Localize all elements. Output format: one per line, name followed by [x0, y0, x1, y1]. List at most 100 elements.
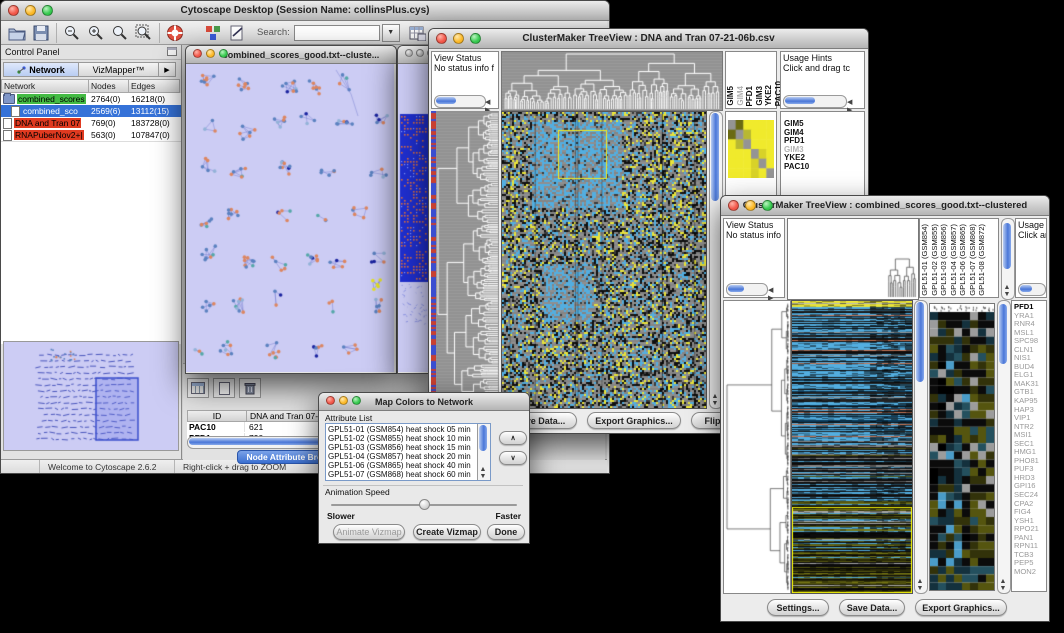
tv1-column-dendrogram[interactable] — [501, 51, 723, 111]
close-button[interactable] — [326, 396, 335, 405]
network-canvas[interactable] — [186, 64, 394, 372]
tv2-usage-hscrollbar[interactable] — [1018, 283, 1046, 296]
tv1-export-graphics-button[interactable]: Export Graphics... — [587, 412, 681, 429]
tv1-column-labels[interactable]: GIM5GIM4PFD1GIM3YKE2PAC10 — [725, 51, 777, 109]
close-button[interactable] — [436, 33, 447, 44]
row-label[interactable]: PAC10 — [784, 163, 864, 172]
tv1-zoom-matrix[interactable] — [728, 120, 774, 178]
tv2-settings-button[interactable]: Settings... — [767, 599, 829, 616]
scroll-arrows[interactable]: ▲▼ — [1002, 284, 1012, 298]
tv1-usage-hscrollbar[interactable] — [783, 95, 847, 108]
search-input[interactable] — [294, 25, 380, 41]
zoom-window-button[interactable] — [762, 200, 773, 211]
search-dropdown-icon[interactable]: ▼ — [382, 24, 400, 42]
treeview2-titlebar[interactable]: ClusterMaker TreeView : combined_scores_… — [721, 196, 1049, 216]
close-button[interactable] — [193, 49, 202, 58]
tv2-export-graphics-button[interactable]: Export Graphics... — [915, 599, 1007, 616]
attribute-item[interactable]: GPL51-04 (GSM857) heat shock 20 min — [328, 452, 488, 461]
network-overview-thumbnail[interactable] — [3, 341, 179, 451]
scroll-arrows[interactable]: ▲▼ — [710, 393, 720, 407]
tab-network[interactable]: Network — [3, 62, 79, 77]
zoom-window-button[interactable] — [470, 33, 481, 44]
zoom-window-button[interactable] — [42, 5, 53, 16]
attribute-item[interactable]: GPL51-07 (GSM868) heat shock 60 min — [328, 470, 488, 479]
tv2-row-dendrogram[interactable] — [723, 300, 791, 594]
delete-attribute-icon[interactable] — [239, 378, 261, 398]
gene-label[interactable]: MON2 — [1014, 568, 1046, 577]
column-label[interactable]: YKE2 — [765, 85, 774, 106]
tv2-save-data-button[interactable]: Save Data... — [839, 599, 905, 616]
attribute-item[interactable]: GPL51-01 (GSM854) heat shock 05 min — [328, 425, 488, 434]
zoom-fit-icon[interactable] — [108, 22, 132, 44]
attribute-listbox[interactable]: GPL51-01 (GSM854) heat shock 05 minGPL51… — [325, 423, 491, 481]
open-folder-icon[interactable] — [5, 22, 29, 44]
attribute-item[interactable]: GPL51-02 (GSM855) heat shock 10 min — [328, 434, 488, 443]
zoom-selected-icon[interactable] — [132, 22, 156, 44]
network-table-header[interactable]: Network Nodes Edges — [1, 79, 181, 93]
attribute-item[interactable]: GPL51-03 (GSM856) heat shock 15 min — [328, 443, 488, 452]
vizmap-icon[interactable] — [201, 22, 225, 44]
tv2-genelist-vscrollbar[interactable]: ▲▼ — [997, 300, 1011, 594]
network-list-row[interactable]: combined_scores 2764(0) 16218(0) — [1, 93, 181, 105]
move-down-button[interactable]: ∨ — [499, 451, 527, 465]
column-label[interactable]: GPL51-03 (GSM856) — [940, 224, 949, 296]
column-label[interactable]: GPL51-08 (GSM872) — [978, 224, 987, 296]
network-view-titlebar[interactable]: combined_scores_good.txt--cluste... — [186, 46, 396, 64]
tv2-heatmap[interactable] — [791, 300, 913, 594]
column-label[interactable]: GIM3 — [756, 86, 765, 106]
zoom-window-button[interactable] — [352, 396, 361, 405]
new-attribute-icon[interactable] — [213, 378, 235, 398]
close-button[interactable] — [728, 200, 739, 211]
minimize-button[interactable] — [339, 396, 348, 405]
minimize-button[interactable] — [745, 200, 756, 211]
close-button[interactable] — [405, 49, 413, 57]
tv2-column-labels[interactable]: GPL51-01 (GSM854)GPL51-02 (GSM855)GPL51-… — [919, 218, 999, 298]
tv1-row-dendrogram[interactable] — [436, 111, 499, 407]
network-list-row[interactable]: RNAPuberNov2+| 563(0) 107847(0) — [1, 129, 181, 141]
tv1-status-hscrollbar[interactable] — [434, 95, 486, 108]
column-label[interactable]: GPL51-01 (GSM854) — [921, 224, 930, 296]
column-label[interactable]: GPL51-06 (GSM865) — [959, 224, 968, 296]
treeview1-titlebar[interactable]: ClusterMaker TreeView : DNA and Tran 07-… — [429, 29, 868, 49]
minimize-button[interactable] — [416, 49, 424, 57]
slider-thumb[interactable] — [419, 499, 430, 510]
tv1-heatmap[interactable] — [501, 111, 707, 409]
column-label[interactable]: PFD1 — [746, 86, 755, 106]
create-vizmap-button[interactable]: Create Vizmap — [413, 524, 481, 540]
attr-list-vscrollbar[interactable]: ▲▼ — [477, 424, 490, 481]
tv2-collabel-vscrollbar[interactable]: ▲▼ — [1001, 218, 1015, 300]
zoom-out-icon[interactable] — [60, 22, 84, 44]
scroll-arrows[interactable]: ▲▼ — [915, 578, 925, 592]
attribute-table-icon[interactable] — [406, 22, 430, 44]
zoom-window-button[interactable] — [219, 49, 228, 58]
dialog-titlebar[interactable]: Map Colors to Network — [319, 393, 529, 411]
tv2-status-hscrollbar[interactable] — [726, 283, 768, 296]
animate-vizmap-button[interactable]: Animate Vizmap — [333, 524, 405, 540]
column-label[interactable]: GPL51-04 (GSM857) — [950, 224, 959, 296]
column-label[interactable]: GIM5 — [727, 86, 736, 106]
minimize-button[interactable] — [453, 33, 464, 44]
main-titlebar[interactable]: Cytoscape Desktop (Session Name: collins… — [1, 1, 609, 21]
close-button[interactable] — [8, 5, 19, 16]
tab-vizmapper[interactable]: VizMapper™ — [79, 62, 159, 77]
column-label[interactable]: GPL51-02 (GSM855) — [931, 224, 940, 296]
annotation-icon[interactable] — [225, 22, 249, 44]
tv2-zoom-matrix[interactable] — [929, 303, 995, 591]
network-list-row[interactable]: combined_sco 2569(6) 13112(15) — [1, 105, 181, 117]
minimize-button[interactable] — [206, 49, 215, 58]
column-label[interactable]: GPL51-07 (GSM868) — [969, 224, 978, 296]
attribute-select-icon[interactable] — [187, 378, 209, 398]
zoom-in-icon[interactable] — [84, 22, 108, 44]
column-label[interactable]: GIM4 — [737, 86, 746, 106]
scroll-arrows[interactable]: ▲▼ — [478, 466, 488, 480]
col-id[interactable]: ID — [187, 410, 247, 422]
help-lifebuoy-icon[interactable] — [163, 22, 187, 44]
done-button[interactable]: Done — [487, 524, 525, 540]
network-list-row[interactable]: DNA and Tran 07 769(0) 183728(0) — [1, 117, 181, 129]
tv2-heatmap-vscrollbar[interactable]: ▲▼ — [914, 300, 928, 594]
tv2-column-dendrogram[interactable] — [787, 218, 919, 300]
attribute-item[interactable]: GPL51-06 (GSM865) heat shock 40 min — [328, 461, 488, 470]
save-icon[interactable] — [29, 22, 53, 44]
move-up-button[interactable]: ∧ — [499, 431, 527, 445]
float-panel-icon[interactable] — [167, 43, 177, 61]
